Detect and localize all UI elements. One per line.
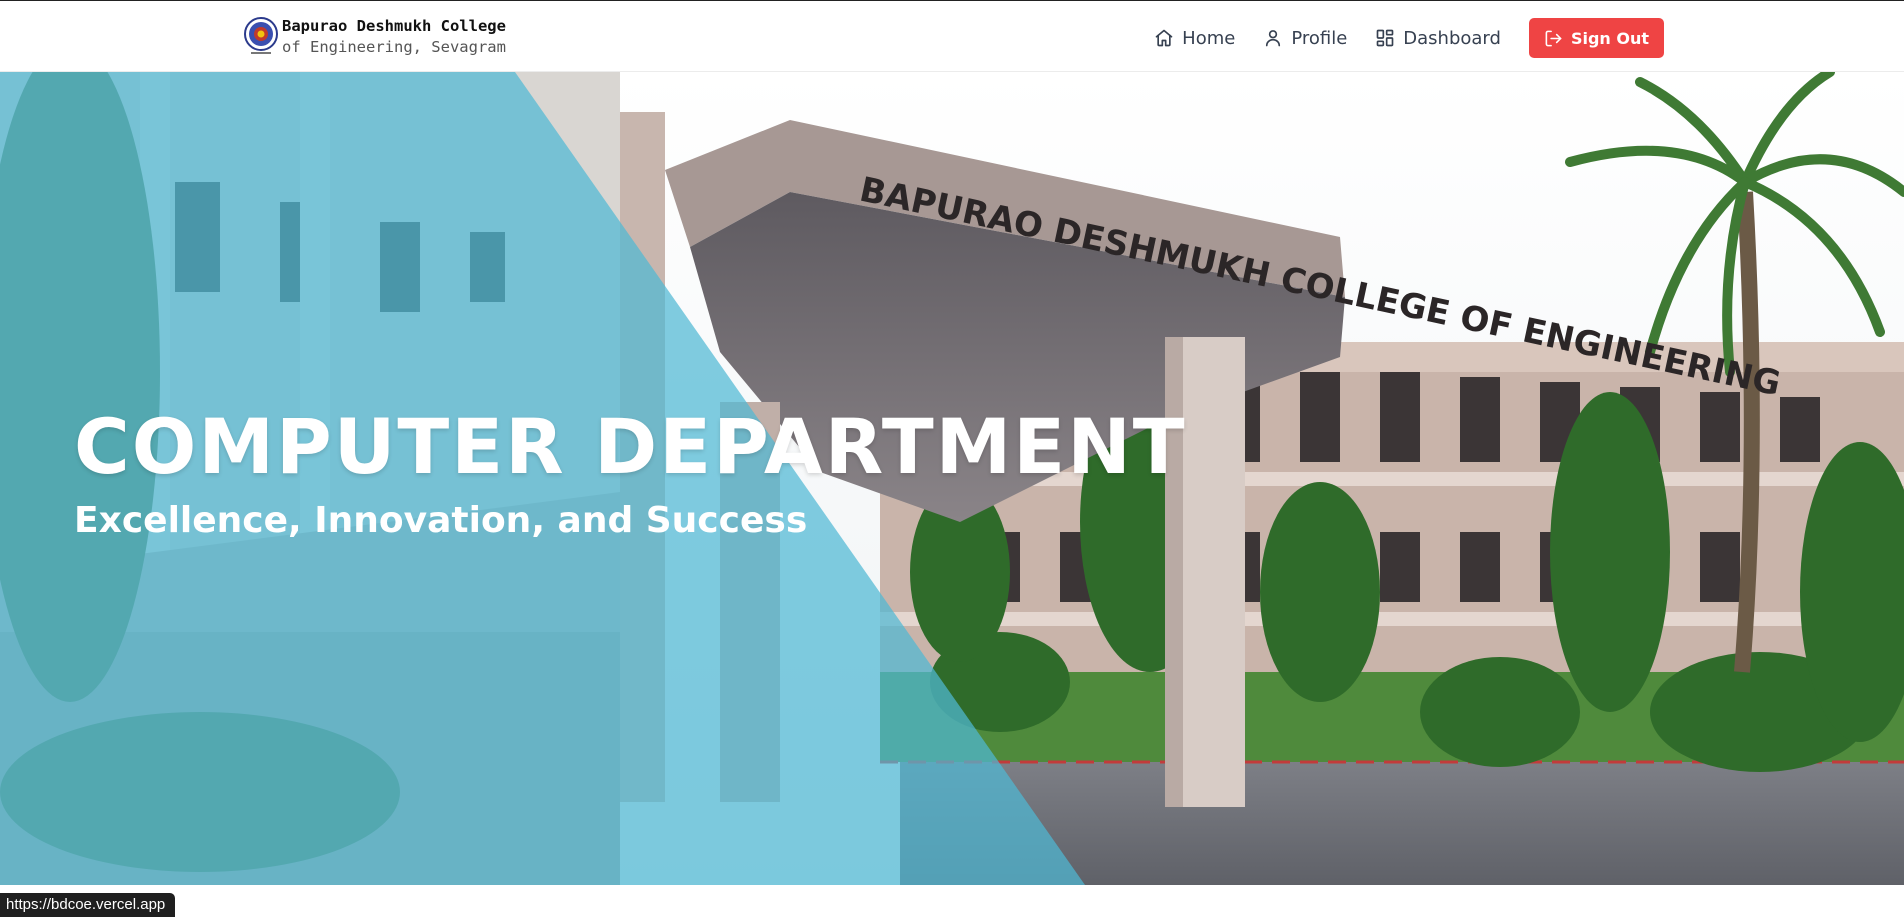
dashboard-icon (1376, 29, 1394, 47)
sign-out-label: Sign Out (1570, 28, 1649, 48)
sign-out-icon (1545, 30, 1562, 46)
college-logo-icon (244, 17, 278, 54)
link-preview-status-bar: https://bdcoe.vercel.app (0, 893, 176, 917)
navbar: Bapurao Deshmukh College of Engineering,… (0, 1, 1904, 72)
nav-home-label: Home (1182, 27, 1236, 49)
sign-out-button[interactable]: Sign Out (1528, 18, 1664, 58)
brand-name-line2: of Engineering, Sevagram (282, 38, 506, 56)
user-icon (1266, 30, 1281, 47)
nav-dashboard-link[interactable]: Dashboard (1361, 19, 1515, 57)
brand[interactable]: Bapurao Deshmukh College of Engineering,… (244, 16, 506, 58)
hero-subtitle: Excellence, Innovation, and Success (74, 500, 808, 541)
home-icon (1155, 29, 1173, 47)
hero-title: COMPUTER DEPARTMENT (74, 402, 1187, 491)
main-nav: Home Profile Dashboard Sign Out (1140, 18, 1664, 58)
brand-name-line1: Bapurao Deshmukh College (282, 17, 506, 35)
nav-home-link[interactable]: Home (1140, 19, 1249, 57)
nav-dashboard-label: Dashboard (1403, 27, 1501, 49)
hero-banner: BAPURAO DESHMUKH COLLEGE OF ENGINEERING … (0, 72, 1904, 885)
nav-profile-label: Profile (1291, 27, 1348, 49)
nav-profile-link[interactable]: Profile (1249, 19, 1361, 57)
